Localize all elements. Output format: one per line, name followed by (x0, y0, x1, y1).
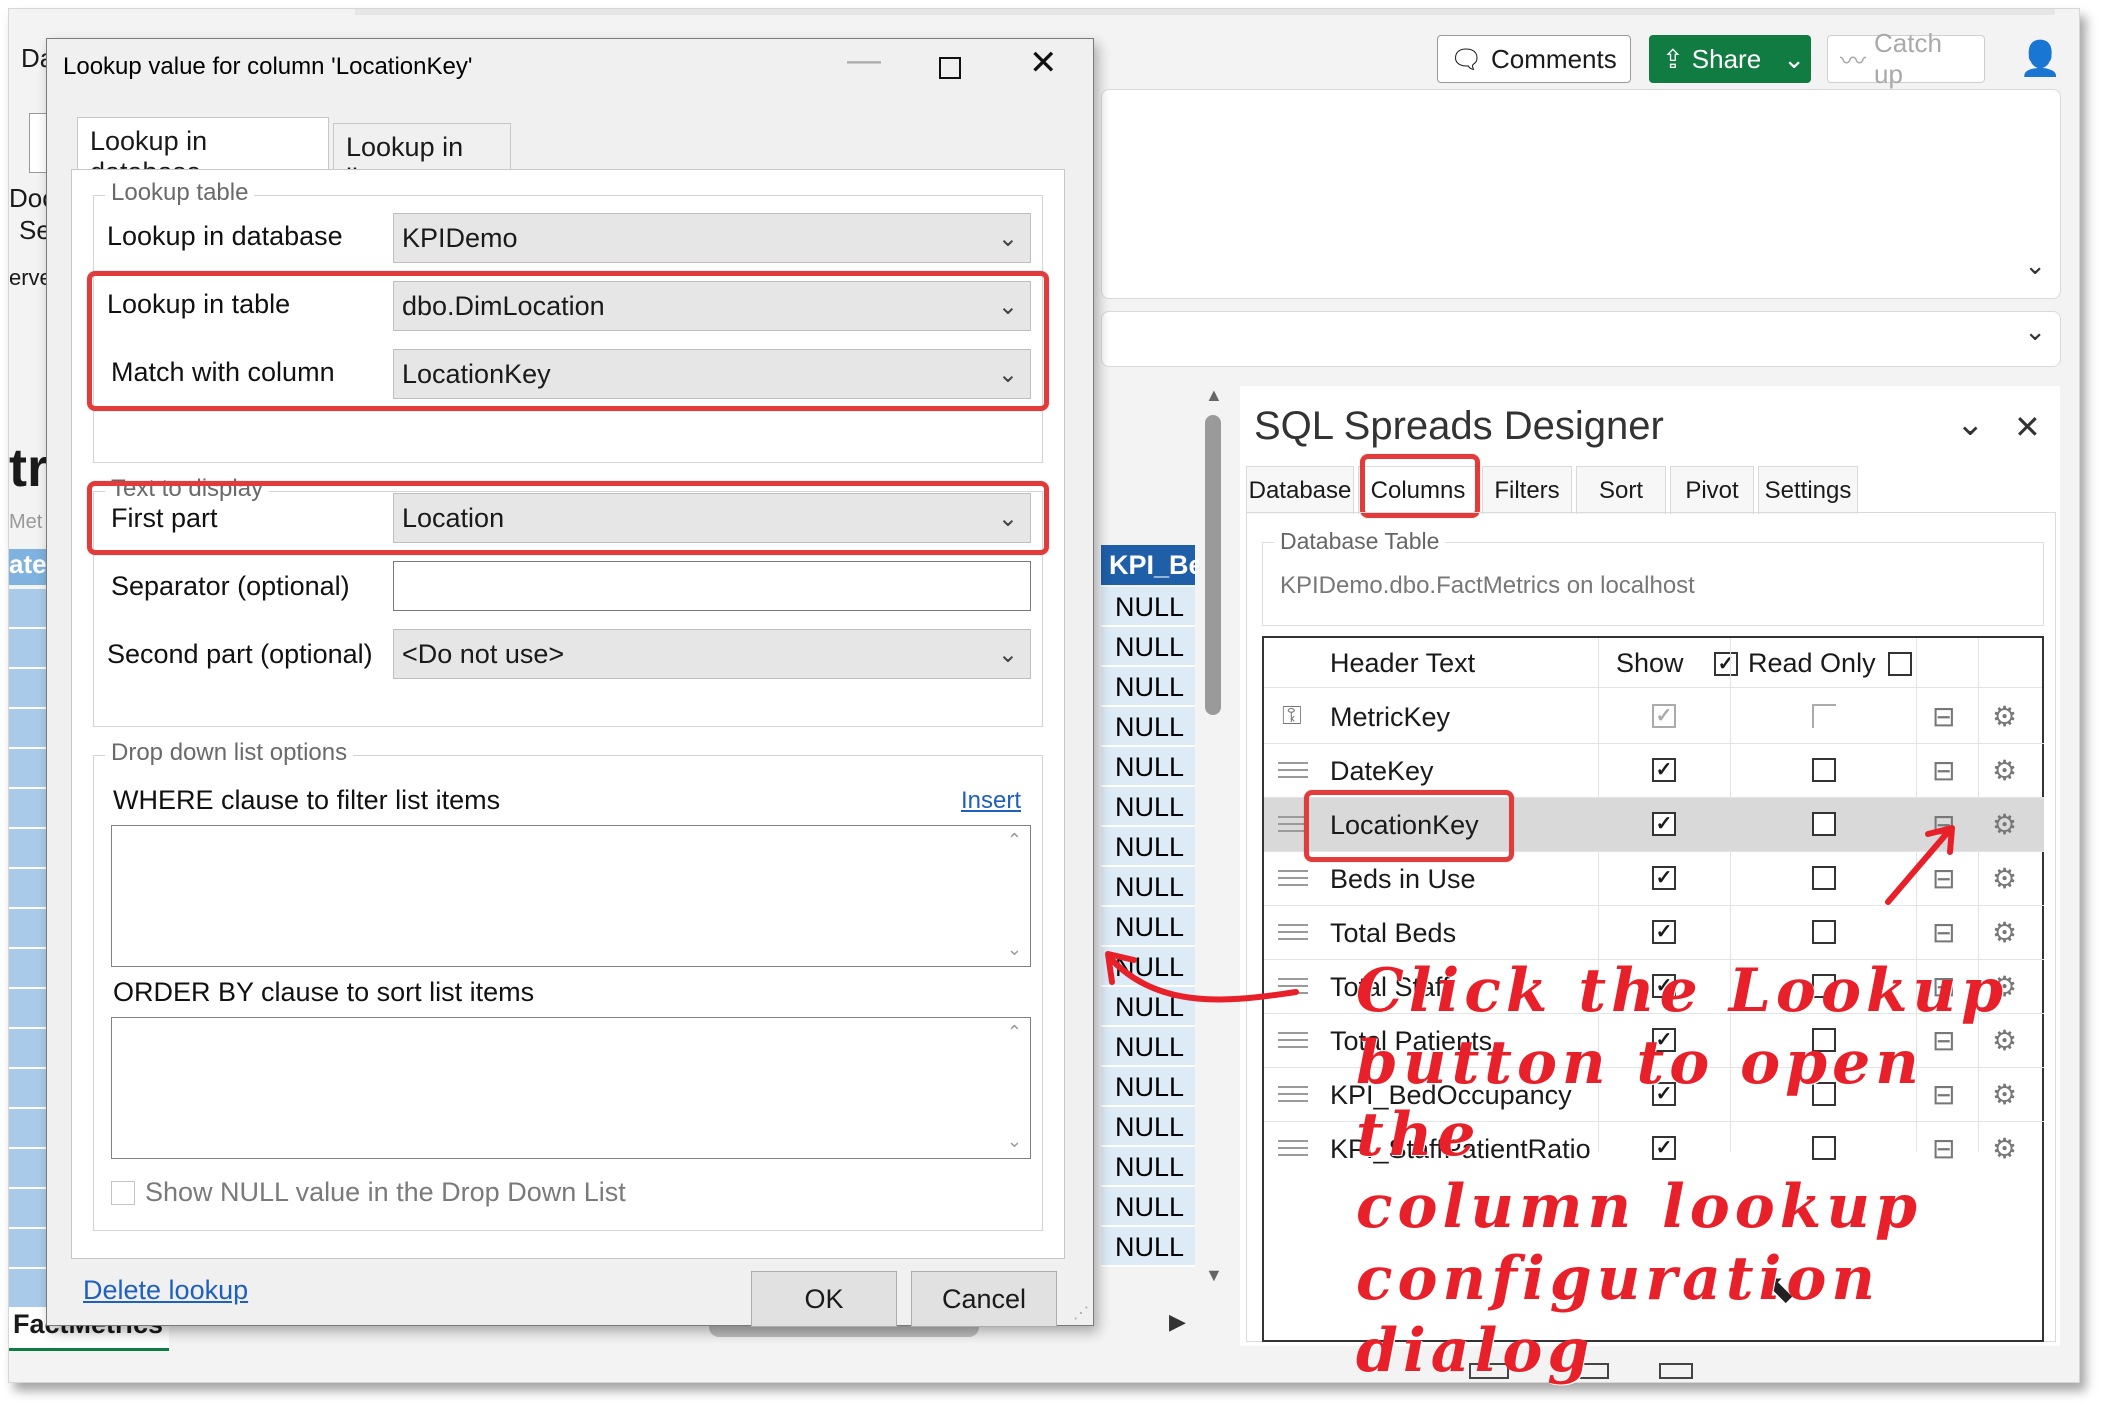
arrow-to-lookup-button (1885, 829, 1951, 905)
arrow-to-dialog (1109, 957, 1299, 1003)
annotation-arrows (1105, 825, 1955, 1003)
